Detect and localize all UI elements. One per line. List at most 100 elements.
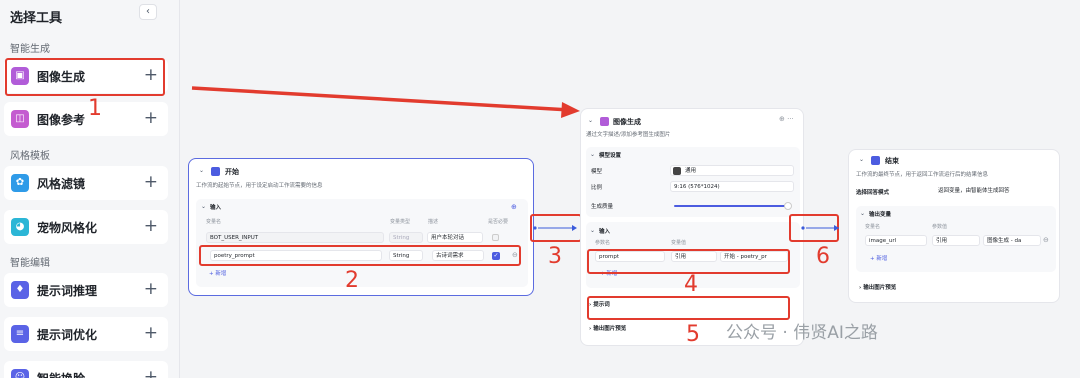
start-node[interactable]: ⌄ 开始 工作流的起始节点，用于设定启动工作流需要的信息 ⌄ 输入 ⊕ 变量名 … [188,158,534,296]
red-arrow [191,86,580,118]
section-style-template: 风格模板 [10,151,50,162]
more-icon[interactable]: ⊕ ··· [779,115,794,123]
quality-slider-handle[interactable] [784,202,792,210]
highlight-box-5 [587,296,790,320]
sidebar-item-label: 智能换脸 [37,370,85,378]
input-label: 输入 [599,229,611,235]
sidebar-item-image-ref[interactable]: ◫ 图像参考 + [4,102,168,136]
quality-label: 生成质量 [591,204,614,210]
var-ref-select[interactable]: 引用 [932,235,980,246]
collapse-sidebar-button[interactable]: ‹ [139,4,157,20]
sidebar-item-label: 提示词优化 [37,328,98,342]
input-label: 输入 [210,205,222,211]
remove-icon[interactable]: ⊖ [1043,236,1049,244]
annotation-2: 2 [345,268,359,293]
add-icon[interactable]: + [144,216,158,236]
output-label: 输出变量 [869,212,892,218]
end-node-title: 结束 [885,157,899,165]
preview-section[interactable]: › 输出图片预览 [859,283,896,291]
sidebar-item-prompt-optimize[interactable]: ≡ 提示词优化 + [4,317,168,351]
chevron-down-icon[interactable]: ⌄ [199,167,204,174]
bulb-icon: ♦ [11,281,29,299]
preview-section-label: 输出图片预览 [593,326,627,332]
list-icon: ≡ [11,325,29,343]
add-variable-link[interactable]: + 新增 [209,269,226,277]
annotation-4: 4 [684,272,698,297]
pet-icon: ◕ [11,218,29,236]
end-node[interactable]: ⌄ 结束 工作流的最终节点，用于返回工作流运行后的结果信息 选择回答模式 返回变… [848,149,1060,303]
add-icon[interactable]: + [144,323,158,343]
sidebar-title: 选择工具 [10,11,63,26]
answer-mode-label: 选择回答模式 [856,190,890,196]
start-node-icon [211,167,220,176]
add-icon[interactable]: + [144,172,158,192]
required-checkbox[interactable] [492,234,499,241]
sidebar-item-pet-style[interactable]: ◕ 宠物风格化 + [4,210,168,244]
section-smart-generate: 智能生成 [10,44,50,55]
model-settings-panel: ⌄ 模型设置 模型 通用 比例 9:16 (576*1024) 生成质量 [586,147,800,217]
sidebar-item-face-swap[interactable]: ☺ 智能换脸 + [4,361,168,378]
col-value: 变量值 [671,240,687,246]
add-icon[interactable]: + [144,279,158,299]
col-name: 变量名 [865,224,881,230]
face-icon: ☺ [11,369,29,378]
model-value: 通用 [685,168,697,174]
annotation-5: 5 [686,322,700,347]
sidebar-item-label: 风格滤镜 [37,177,86,191]
add-output-link[interactable]: + 新增 [870,254,887,262]
preview-section[interactable]: › 输出图片预览 [589,324,626,332]
col-desc: 描述 [428,219,439,225]
add-icon[interactable]: + [144,367,158,378]
image-ref-icon: ◫ [11,110,29,128]
model-select[interactable]: 通用 [670,165,794,176]
var-value-select[interactable]: 图像生成 - da [983,235,1041,246]
chevron-down-icon[interactable]: ⌄ [859,156,864,163]
col-required: 是否必要 [488,219,509,225]
sidebar-item-label: 图像参考 [37,113,86,127]
start-input-panel: ⌄ 输入 ⊕ 变量名 变量类型 描述 是否必要 BOT_USER_INPUT S… [196,199,528,287]
var-name-field[interactable]: BOT_USER_INPUT [206,232,384,243]
var-desc-field[interactable]: 用户本轮对话 [427,232,483,243]
output-panel: ⌄ 输出变量 变量名 参数值 image_url 引用 图像生成 - da ⊖ … [856,206,1056,272]
answer-mode-select[interactable]: 返回变量，由智能体生成回答 [935,186,1053,197]
chevron-down-icon[interactable]: ⌄ [590,227,595,234]
connector-edge [533,225,577,231]
start-node-desc: 工作流的起始节点，用于设定启动工作流需要的信息 [196,183,323,189]
var-type-select[interactable]: String [389,232,423,243]
sidebar-item-filter[interactable]: ✿ 风格滤镜 + [4,166,168,200]
chevron-down-icon[interactable]: ⌄ [590,151,595,158]
highlight-box-2 [199,245,521,266]
annotation-6: 6 [816,244,830,269]
connector-edge [801,225,839,231]
model-avatar-icon [673,167,681,175]
image-node-title: 图像生成 [613,118,641,126]
start-node-title: 开始 [225,168,239,176]
ratio-select[interactable]: 9:16 (576*1024) [670,181,794,192]
section-smart-edit: 智能编辑 [10,258,50,269]
col-name: 参数名 [595,240,611,246]
end-node-icon [871,156,880,165]
chevron-down-icon[interactable]: ⌄ [588,117,593,124]
add-param-icon[interactable]: ⊕ [511,203,517,211]
end-node-desc: 工作流的最终节点，用于返回工作流运行后的结果信息 [856,172,989,178]
model-label: 模型 [591,169,603,175]
highlight-box-4 [587,249,790,274]
highlight-box-1 [5,58,165,96]
ratio-label: 比例 [591,185,603,191]
preview-section-label: 输出图片预览 [863,285,897,291]
image-gen-icon [600,117,609,126]
add-icon[interactable]: + [144,108,158,128]
model-settings-label: 模型设置 [599,153,622,159]
col-type: 变量类型 [390,219,411,225]
sidebar-item-label: 提示词推理 [37,284,98,298]
chevron-down-icon[interactable]: ⌄ [201,203,206,210]
sidebar-item-prompt-infer[interactable]: ♦ 提示词推理 + [4,273,168,307]
tool-sidebar: 选择工具 ‹ 智能生成 ▣ 图像生成 + ◫ 图像参考 + 风格模板 ✿ 风格滤… [0,0,180,378]
annotation-1: 1 [88,96,102,121]
chevron-down-icon[interactable]: ⌄ [860,210,865,217]
quality-slider[interactable] [674,205,786,207]
image-node-desc: 通过文字描述/添加参考图生成图片 [586,132,671,138]
var-name-field[interactable]: image_url [865,235,927,246]
sidebar-item-label: 宠物风格化 [37,221,98,235]
annotation-3: 3 [548,244,562,269]
